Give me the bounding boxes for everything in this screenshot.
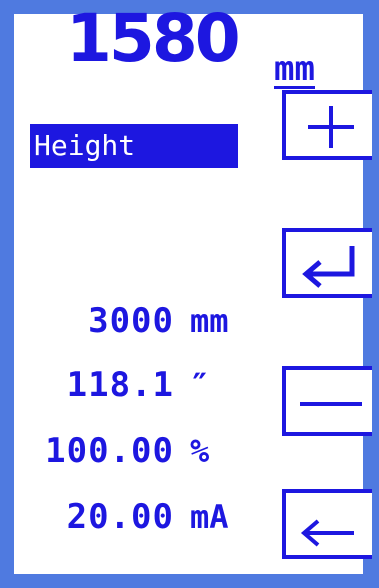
reading-row: 118.1 ″ bbox=[34, 365, 210, 405]
minus-icon bbox=[300, 402, 362, 406]
main-unit: mm bbox=[274, 49, 315, 89]
minus-button[interactable] bbox=[282, 366, 372, 436]
plus-icon bbox=[308, 106, 354, 148]
reading-row: 100.00 % bbox=[34, 434, 209, 468]
back-arrow-icon bbox=[300, 519, 354, 547]
reading-unit: mm bbox=[190, 302, 229, 340]
parameter-label: Height bbox=[30, 124, 238, 168]
device-frame: 1580 mm Height 3000 mm 118.1 ″ 100.00 % … bbox=[0, 0, 379, 588]
reading-value: 20.00 bbox=[66, 497, 174, 537]
reading-row: 3000 mm bbox=[34, 301, 229, 341]
reading-row: 20.00 mA bbox=[34, 500, 229, 534]
reading-unit: mA bbox=[190, 498, 229, 536]
main-value: 1580 bbox=[66, 0, 241, 77]
plus-button[interactable] bbox=[282, 90, 372, 160]
lcd-screen: 1580 mm Height 3000 mm 118.1 ″ 100.00 % … bbox=[14, 6, 372, 574]
reading-unit: ″ bbox=[190, 366, 210, 404]
reading-value: 3000 bbox=[88, 301, 174, 341]
enter-button[interactable] bbox=[282, 228, 372, 298]
reading-value: 118.1 bbox=[66, 365, 174, 405]
reading-value: 100.00 bbox=[45, 431, 174, 471]
reading-unit: % bbox=[190, 432, 210, 470]
back-button[interactable] bbox=[282, 489, 372, 559]
enter-arrow-icon bbox=[302, 246, 355, 288]
